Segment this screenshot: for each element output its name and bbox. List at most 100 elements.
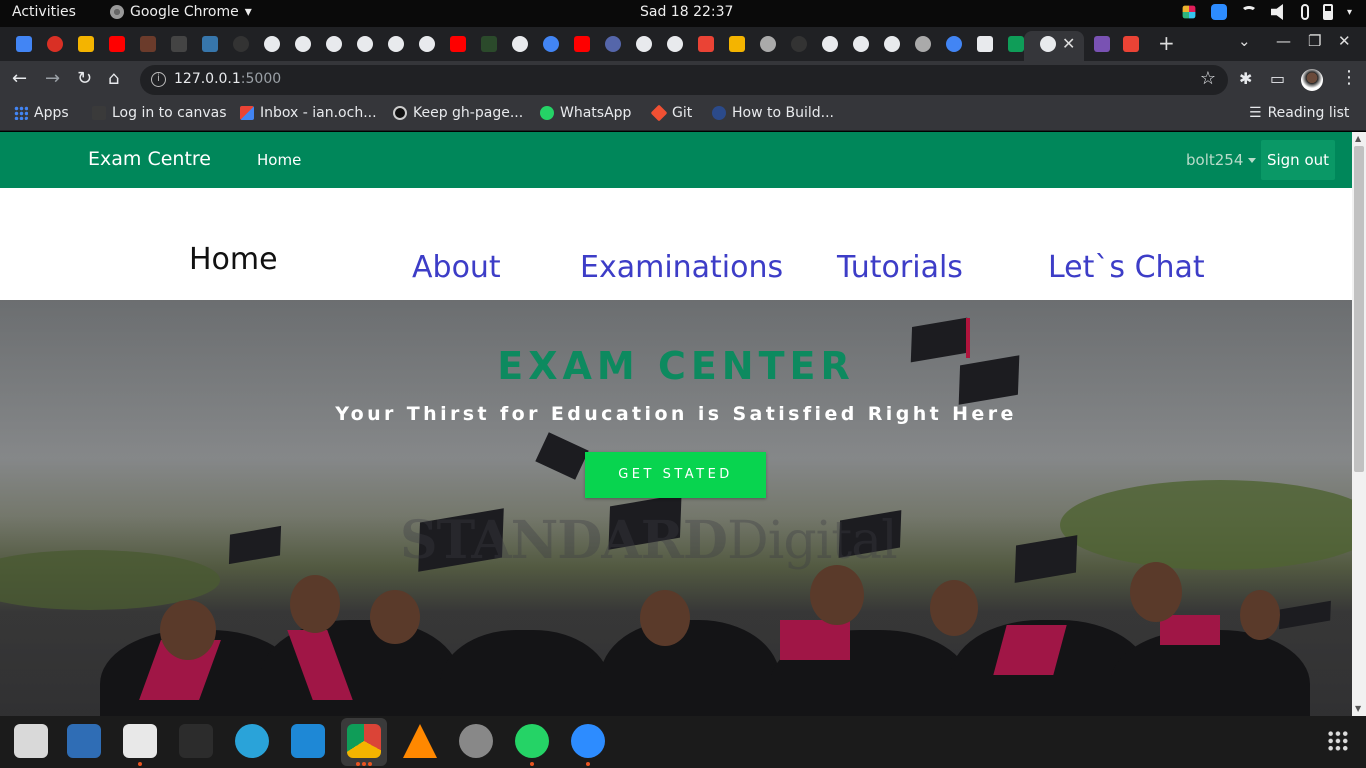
whatsapp-icon[interactable] [515, 724, 549, 758]
browser-tab[interactable] [1038, 34, 1058, 54]
browser-tab[interactable] [975, 34, 995, 54]
browser-tab[interactable] [851, 34, 871, 54]
browser-tab[interactable] [820, 34, 840, 54]
globe-favicon [853, 36, 869, 52]
bookmark-how-to-build[interactable]: How to Build... [712, 105, 834, 121]
slack-icon[interactable] [123, 724, 157, 758]
browser-tab[interactable] [448, 34, 468, 54]
browser-tab[interactable] [262, 34, 282, 54]
browser-tab[interactable] [355, 34, 375, 54]
browser-tab[interactable] [107, 34, 127, 54]
zoom-icon[interactable] [571, 724, 605, 758]
scrollbar-thumb[interactable] [1354, 146, 1364, 472]
navbar-home-link[interactable]: Home [257, 151, 301, 169]
close-tab-icon[interactable]: ✕ [1062, 34, 1075, 53]
browser-tab[interactable] [14, 34, 34, 54]
browser-tab[interactable] [138, 34, 158, 54]
secnav-tutorials[interactable]: Tutorials [837, 250, 963, 285]
browser-tab[interactable] [696, 34, 716, 54]
browser-tab[interactable] [76, 34, 96, 54]
browser-tab[interactable] [1092, 34, 1112, 54]
bookmark-gh-pages[interactable]: Keep gh-page... [393, 105, 523, 121]
activities-button[interactable]: Activities [12, 4, 76, 20]
reload-button[interactable]: ↻ [77, 68, 92, 89]
microphone-icon[interactable] [1300, 4, 1309, 20]
chrome-icon[interactable] [347, 724, 381, 758]
secnav-examinations[interactable]: Examinations [580, 250, 783, 285]
browser-tab[interactable] [913, 34, 933, 54]
app-menu[interactable]: Google Chrome ▾ [110, 4, 252, 20]
browser-tab[interactable] [386, 34, 406, 54]
scroll-up-icon[interactable]: ▲ [1355, 134, 1361, 143]
extensions-puzzle-icon[interactable]: ✱ [1239, 69, 1252, 88]
slack-tray-icon[interactable] [1182, 5, 1196, 19]
browser-tab[interactable] [665, 34, 685, 54]
user-dropdown[interactable]: bolt254 [1186, 151, 1256, 169]
tab-search-icon[interactable]: ⌄ [1238, 32, 1251, 50]
cast-icon[interactable]: ▭ [1270, 69, 1285, 88]
profile-avatar[interactable] [1301, 69, 1323, 91]
browser-tab[interactable] [1006, 34, 1026, 54]
bookmark-whatsapp[interactable]: WhatsApp [540, 105, 631, 121]
browser-tab[interactable] [231, 34, 251, 54]
browser-tab[interactable] [758, 34, 778, 54]
minimize-button[interactable]: — [1276, 32, 1291, 50]
new-tab-button[interactable]: + [1158, 31, 1175, 55]
vlc-icon[interactable] [403, 724, 437, 758]
browser-tab[interactable] [169, 34, 189, 54]
browser-tab[interactable] [200, 34, 220, 54]
secnav-about[interactable]: About [412, 250, 501, 285]
address-bar[interactable]: i 127.0.0.1:5000 ☆ [140, 65, 1228, 95]
system-tray[interactable]: ▾ [1181, 4, 1352, 20]
text-editor-icon[interactable] [67, 724, 101, 758]
forward-button[interactable]: → [45, 68, 60, 89]
sign-out-button[interactable]: Sign out [1261, 140, 1335, 180]
home-button[interactable]: ⌂ [108, 68, 119, 89]
maximize-button[interactable]: ❐ [1308, 32, 1321, 50]
files-icon[interactable] [14, 724, 48, 758]
wifi-icon[interactable] [1240, 6, 1257, 18]
back-button[interactable]: ← [12, 68, 27, 89]
close-window-button[interactable]: ✕ [1338, 32, 1351, 50]
browser-tab[interactable] [572, 34, 592, 54]
browser-tab[interactable] [882, 34, 902, 54]
browser-tab[interactable] [603, 34, 623, 54]
telegram-icon[interactable] [235, 724, 269, 758]
bookmark-inbox[interactable]: Inbox - ian.och... [240, 105, 377, 121]
site-info-icon[interactable]: i [151, 72, 166, 87]
terminal-icon[interactable] [179, 724, 213, 758]
get-started-button[interactable]: GET STATED [585, 452, 766, 498]
browser-tab[interactable] [45, 34, 65, 54]
power-menu-icon[interactable]: ▾ [1347, 7, 1352, 18]
secnav-home[interactable]: Home [189, 242, 278, 277]
url-text[interactable]: 127.0.0.1:5000 [174, 71, 281, 87]
browser-tab[interactable] [944, 34, 964, 54]
clock[interactable]: Sad 18 22:37 [640, 4, 733, 20]
volume-icon[interactable] [1270, 4, 1283, 20]
more-menu-icon[interactable]: ⋮ [1340, 67, 1358, 88]
scroll-down-icon[interactable]: ▼ [1355, 704, 1361, 713]
browser-tab[interactable] [1121, 34, 1141, 54]
browser-tab[interactable] [324, 34, 344, 54]
browser-tab[interactable] [727, 34, 747, 54]
bookmark-git[interactable]: Git [650, 104, 692, 122]
bookmark-apps[interactable]: Apps [14, 105, 69, 121]
navbar-brand[interactable]: Exam Centre [88, 148, 211, 170]
secnav-lets-chat[interactable]: Let`s Chat [1048, 250, 1205, 285]
vscode-icon[interactable] [291, 724, 325, 758]
show-applications-icon[interactable] [1327, 730, 1349, 752]
settings-icon[interactable] [459, 724, 493, 758]
browser-tab[interactable] [634, 34, 654, 54]
zoom-tray-icon[interactable] [1210, 4, 1227, 20]
browser-tab[interactable] [293, 34, 313, 54]
battery-icon[interactable] [1322, 4, 1333, 20]
page-scrollbar[interactable]: ▲ ▼ [1352, 132, 1366, 716]
browser-tab[interactable] [417, 34, 437, 54]
bookmark-canvas[interactable]: Log in to canvas [92, 105, 226, 121]
browser-tab[interactable] [541, 34, 561, 54]
bookmark-star-icon[interactable]: ☆ [1200, 68, 1216, 89]
reading-list-button[interactable]: ☰ Reading list [1249, 105, 1349, 121]
browser-tab[interactable] [479, 34, 499, 54]
browser-tab[interactable] [789, 34, 809, 54]
browser-tab[interactable] [510, 34, 530, 54]
